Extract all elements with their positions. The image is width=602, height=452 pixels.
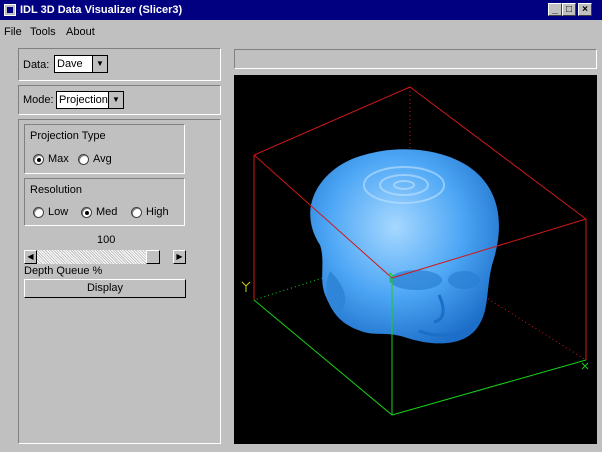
resolution-high-label[interactable]: High xyxy=(146,206,169,218)
mode-dropdown[interactable]: Projection ▼ xyxy=(56,91,124,109)
head-volume xyxy=(310,149,499,344)
resolution-title: Resolution xyxy=(30,184,82,196)
resolution-med-radio[interactable] xyxy=(81,207,92,218)
close-icon[interactable]: × xyxy=(578,3,592,16)
resolution-group: Resolution Low Med High xyxy=(24,178,185,226)
data-dropdown[interactable]: Dave ▼ xyxy=(54,55,108,73)
volume-render xyxy=(241,86,589,416)
data-dropdown-value: Dave xyxy=(57,58,83,70)
minimize-icon[interactable]: _ xyxy=(548,3,562,16)
projection-max-label[interactable]: Max xyxy=(48,153,69,165)
box-edge xyxy=(391,359,587,416)
controls-panel: Projection Type Max Avg Resolution Low M… xyxy=(18,119,221,444)
scroll-right-icon[interactable]: ▶ xyxy=(173,250,186,264)
resolution-low-radio[interactable] xyxy=(33,207,44,218)
box-edge xyxy=(253,86,411,156)
data-label: Data: xyxy=(23,59,50,71)
depth-value: 100 xyxy=(97,234,116,246)
display-button-label: Display xyxy=(86,282,124,294)
projection-type-group: Projection Type Max Avg xyxy=(24,124,185,174)
menu-tools[interactable]: Tools xyxy=(30,26,56,38)
render-viewport[interactable] xyxy=(234,75,597,444)
resolution-high-radio[interactable] xyxy=(131,207,142,218)
y-axis-marker xyxy=(241,281,251,292)
depth-slider-thumb[interactable] xyxy=(146,250,160,264)
maximize-icon[interactable]: □ xyxy=(562,3,576,16)
depth-slider-track[interactable] xyxy=(37,250,160,264)
menu-bar: File Tools About xyxy=(0,24,602,42)
data-panel: Data: Dave ▼ xyxy=(18,48,221,81)
dropdown-arrow-icon[interactable]: ▼ xyxy=(108,92,123,108)
mode-dropdown-value: Projection xyxy=(59,94,108,106)
depth-slider[interactable]: ◀ ▶ xyxy=(24,250,186,264)
mode-label: Mode: xyxy=(23,94,54,106)
menu-file[interactable]: File xyxy=(4,26,22,38)
projection-avg-radio[interactable] xyxy=(78,154,89,165)
resolution-low-label[interactable]: Low xyxy=(48,206,68,218)
scroll-left-icon[interactable]: ◀ xyxy=(24,250,37,264)
title-bar: IDL 3D Data Visualizer (Slicer3) _ □ × xyxy=(0,0,602,20)
projection-max-radio[interactable] xyxy=(33,154,44,165)
projection-type-title: Projection Type xyxy=(30,130,106,142)
status-field xyxy=(234,49,597,69)
depth-label: Depth Queue % xyxy=(24,265,103,277)
projection-avg-label[interactable]: Avg xyxy=(93,153,112,165)
window-title: IDL 3D Data Visualizer (Slicer3) xyxy=(20,4,183,16)
resolution-med-label[interactable]: Med xyxy=(96,206,117,218)
x-axis-marker xyxy=(581,362,589,370)
display-button[interactable]: Display xyxy=(24,279,186,298)
mode-panel: Mode: Projection ▼ xyxy=(18,85,221,115)
app-icon[interactable] xyxy=(4,4,16,16)
menu-about[interactable]: About xyxy=(66,26,95,38)
dropdown-arrow-icon[interactable]: ▼ xyxy=(92,56,107,72)
